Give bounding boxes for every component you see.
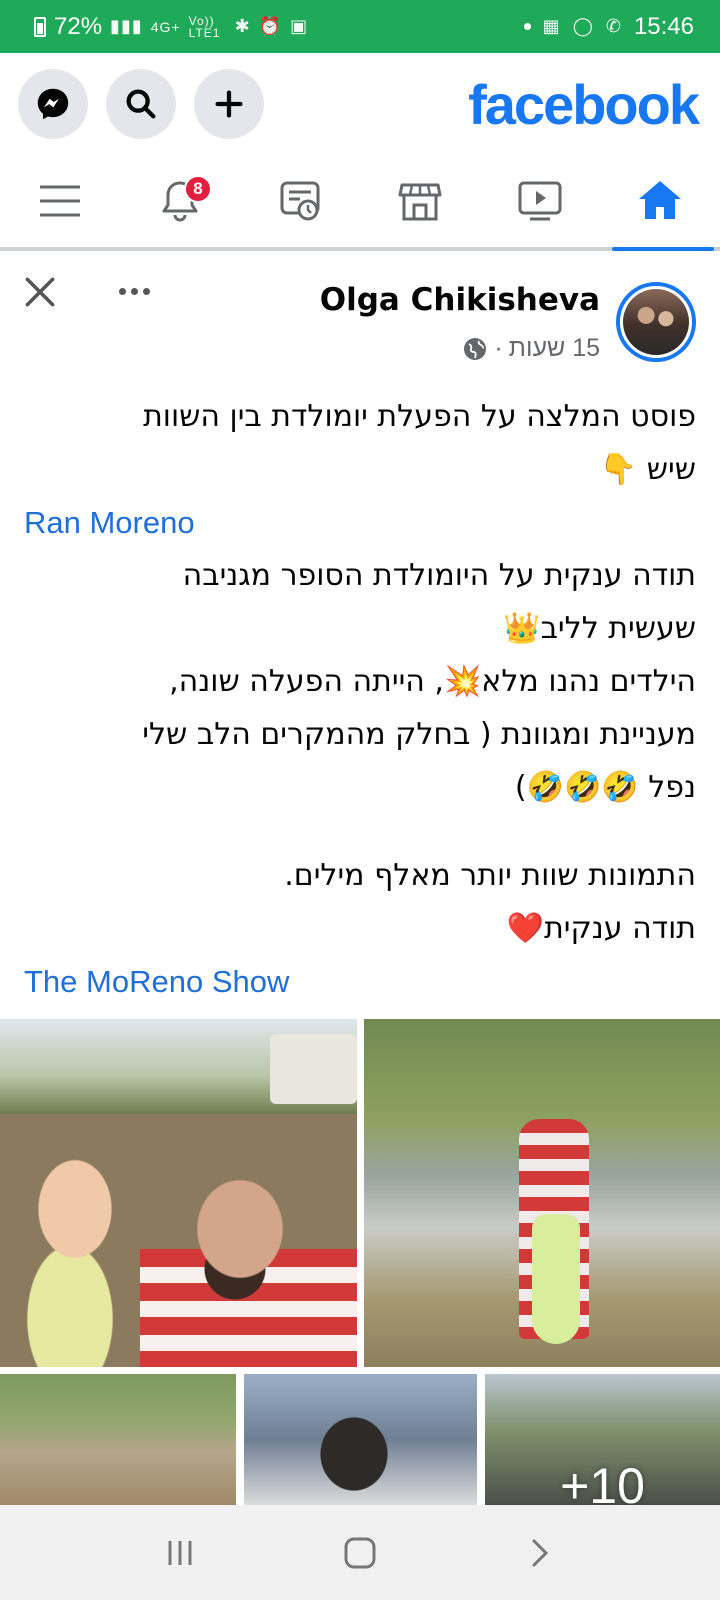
status-bar: 72% ▮▮▮ 4G+ Vo)) LTE1 ✱ ⏰ ▣ ▦ ◯ ✆ 15:46 — [0, 0, 720, 53]
post-header: Olga Chikisheva · 15 שעות — [0, 258, 720, 376]
signal-icon: ▮▮▮ — [110, 16, 143, 36]
video-play-icon — [518, 181, 562, 221]
tab-home[interactable] — [600, 155, 720, 251]
more-photos-count: +10 — [560, 1458, 645, 1505]
clock: 15:46 — [633, 12, 694, 40]
post-text-line: נפל 🤣🤣🤣) — [514, 770, 696, 805]
home-icon — [639, 181, 681, 219]
recent-apps-button[interactable] — [150, 1523, 210, 1583]
volte-label: Vo)) LTE1 — [188, 13, 221, 40]
post-photo[interactable] — [364, 1019, 720, 1367]
app-notification-icon: ▦ — [542, 16, 561, 36]
app-screen: { "status_bar": { "battery": "72%", "tim… — [0, 0, 720, 1600]
search-button[interactable] — [106, 69, 176, 139]
photo-grid: +10 — [0, 1019, 720, 1505]
plus-icon — [215, 90, 243, 118]
home-square-icon — [344, 1537, 376, 1568]
close-icon — [25, 277, 55, 307]
post-photo-more[interactable]: +10 — [485, 1374, 720, 1505]
globe-public-icon[interactable] — [462, 336, 488, 362]
status-left: 72% ▮▮▮ 4G+ Vo)) LTE1 ✱ ⏰ ▣ — [34, 13, 308, 41]
create-button[interactable] — [194, 69, 264, 139]
nav-tabs: 8 — [0, 155, 720, 251]
memories-icon — [280, 181, 320, 221]
messenger-icon — [37, 88, 69, 120]
more-dot-icon — [130, 287, 138, 295]
notifications-badge: 8 — [184, 175, 212, 203]
tab-notifications[interactable]: 8 — [120, 155, 240, 247]
post-text-line: שעשית לליב👑 — [503, 611, 696, 646]
post-text-line: פוסט המלצה על הפעלת יומולדת בין השוות — [143, 399, 696, 434]
hide-post-button[interactable] — [20, 272, 60, 312]
tab-menu[interactable] — [0, 155, 120, 247]
mention-link[interactable]: Ran Moreno — [24, 496, 696, 549]
post-text-line: תודה ענקית❤️ — [506, 911, 696, 946]
tab-marketplace[interactable] — [360, 155, 480, 247]
recent-apps-icon — [168, 1540, 192, 1565]
system-nav-bar — [0, 1505, 720, 1600]
home-system-button[interactable] — [330, 1523, 390, 1583]
post-text-line: מעניינת ומגוונת ( בחלק מהמקרים הלב שלי — [142, 717, 696, 752]
post-text-line: התמונות שוות יותר מאלף מילים. — [284, 858, 696, 893]
facebook-logo[interactable]: facebook — [468, 72, 700, 137]
alarm-icon: ⏰ — [258, 16, 283, 36]
marketplace-store-icon — [398, 183, 442, 221]
meta-separator: · — [494, 334, 503, 362]
hamburger-menu-icon — [40, 185, 80, 217]
tab-watch[interactable] — [480, 155, 600, 247]
post-meta: · 15 שעות — [462, 334, 600, 363]
post-time[interactable]: 15 שעות — [509, 334, 600, 363]
bluetooth-icon: ✱ — [234, 16, 251, 36]
post-text-line: הילדים נהנו מלא💥, הייתה הפעלה שונה, — [169, 664, 696, 699]
post-options-button[interactable] — [112, 276, 156, 306]
post-text-line: תודה ענקית על היומולדת הסופר מגניבה — [182, 558, 696, 593]
tab-memories[interactable] — [240, 155, 360, 247]
messenger-button[interactable] — [18, 69, 88, 139]
author-avatar[interactable] — [616, 282, 696, 362]
status-right: ▦ ◯ ✆ 15:46 — [523, 12, 694, 41]
search-icon — [126, 89, 156, 119]
battery-saver-icon: ▣ — [290, 16, 309, 36]
back-button[interactable] — [510, 1523, 570, 1583]
post-photo[interactable] — [0, 1019, 357, 1367]
post-text-line: שיש 👇 — [599, 452, 696, 487]
battery-icon — [34, 16, 46, 37]
chevron-right-icon — [532, 1539, 549, 1566]
page-mention-link[interactable]: The MoReno Show — [24, 955, 696, 1008]
whatsapp-icon: ◯ — [572, 16, 594, 36]
battery-percent: 72% — [54, 12, 103, 40]
more-dot-icon — [142, 287, 150, 295]
post-photo[interactable] — [0, 1374, 236, 1505]
post-photo[interactable] — [244, 1374, 477, 1505]
phone-icon: ✆ — [605, 16, 622, 36]
avatar-image — [623, 289, 689, 355]
post-author-name[interactable]: Olga Chikisheva — [320, 282, 600, 318]
app-header: facebook — [0, 53, 720, 155]
network-type-label: 4G+ — [150, 18, 181, 35]
post-text: פוסט המלצה על הפעלת יומולדת בין השוות שי… — [24, 390, 696, 1008]
more-dot-icon — [118, 287, 126, 295]
notification-dot-icon — [523, 23, 531, 30]
